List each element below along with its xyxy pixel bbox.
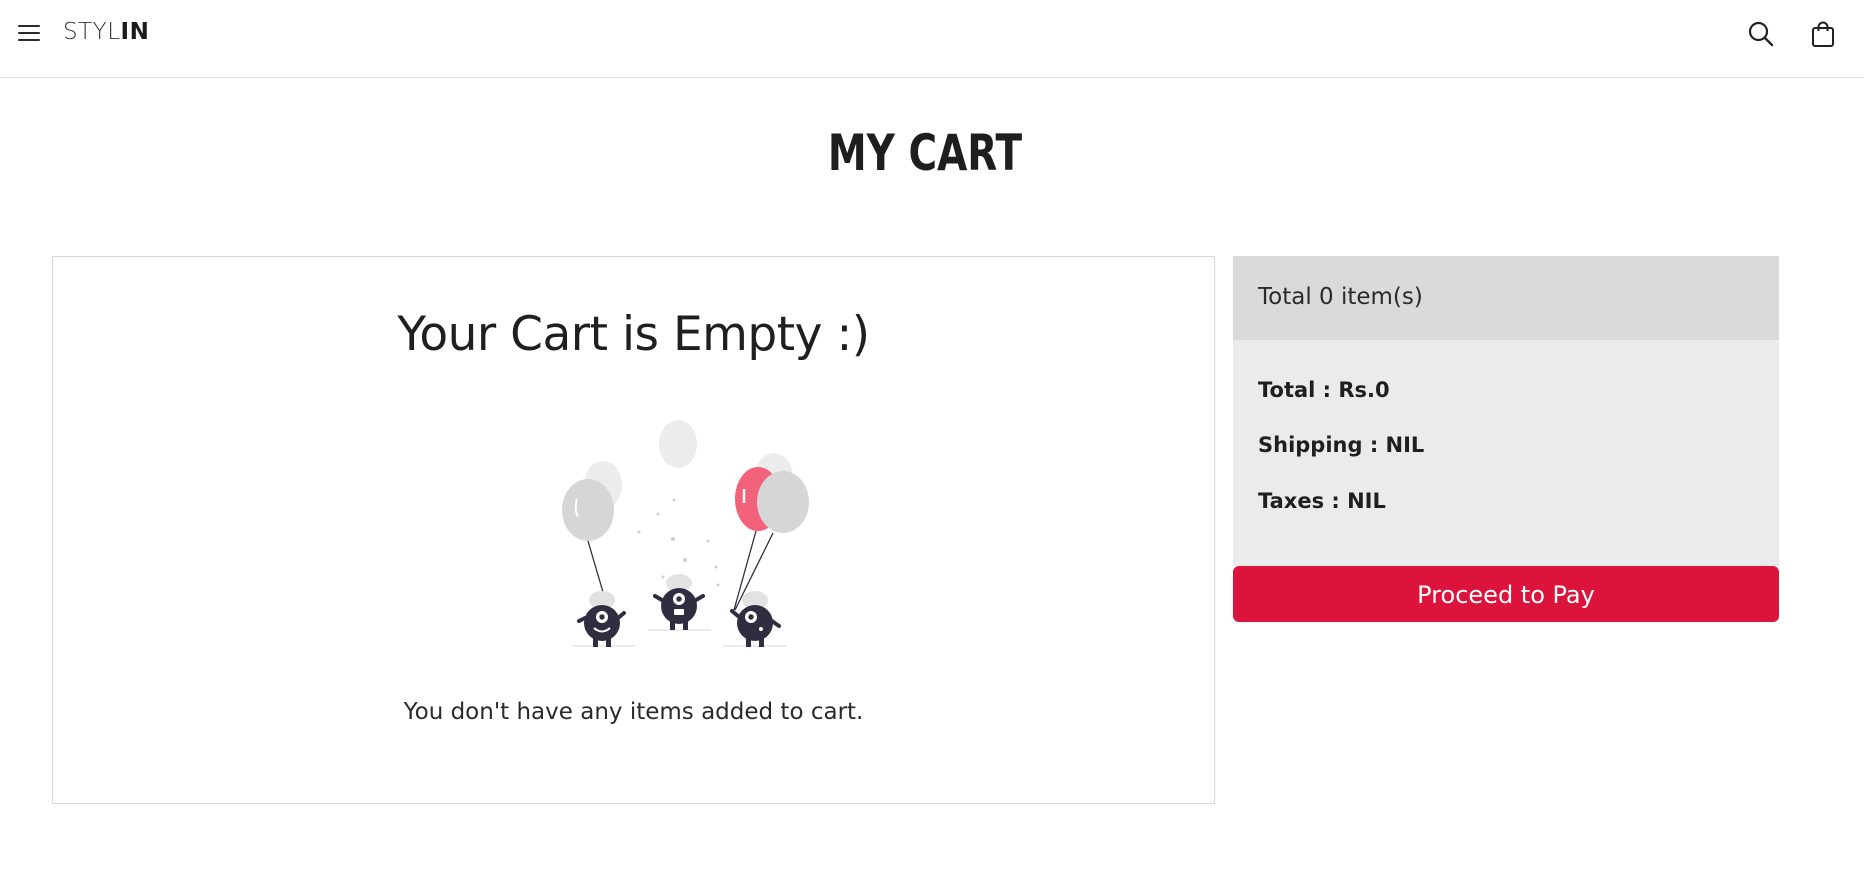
empty-cart-heading: Your Cart is Empty :) [397,307,870,362]
item-count: Total 0 item(s) [1258,284,1423,310]
proceed-to-pay-button[interactable]: Proceed to Pay [1233,566,1779,622]
empty-cart-panel: Your Cart is Empty :) You don't have any… [52,256,1215,804]
shipping-amount: Shipping : NIL [1258,433,1425,457]
menu-icon[interactable] [18,24,40,42]
summary-header: Total 0 item(s) [1233,256,1779,340]
brand-logo-bold: IN [120,19,150,45]
taxes-amount: Taxes : NIL [1258,489,1386,513]
balloon-monsters-illustration [562,420,809,647]
total-amount: Total : Rs.0 [1258,378,1390,402]
empty-cart-message: You don't have any items added to cart. [403,699,864,725]
brand-logo[interactable]: STYLIN [63,19,149,45]
navbar: STYLIN [0,0,1864,78]
order-summary: Total 0 item(s) Total : Rs.0 Shipping : … [1233,256,1779,566]
brand-logo-light: STYL [63,19,121,45]
search-icon[interactable] [1747,20,1775,48]
shopping-bag-icon[interactable] [1809,20,1837,48]
page-title: MY CART [827,124,1023,182]
